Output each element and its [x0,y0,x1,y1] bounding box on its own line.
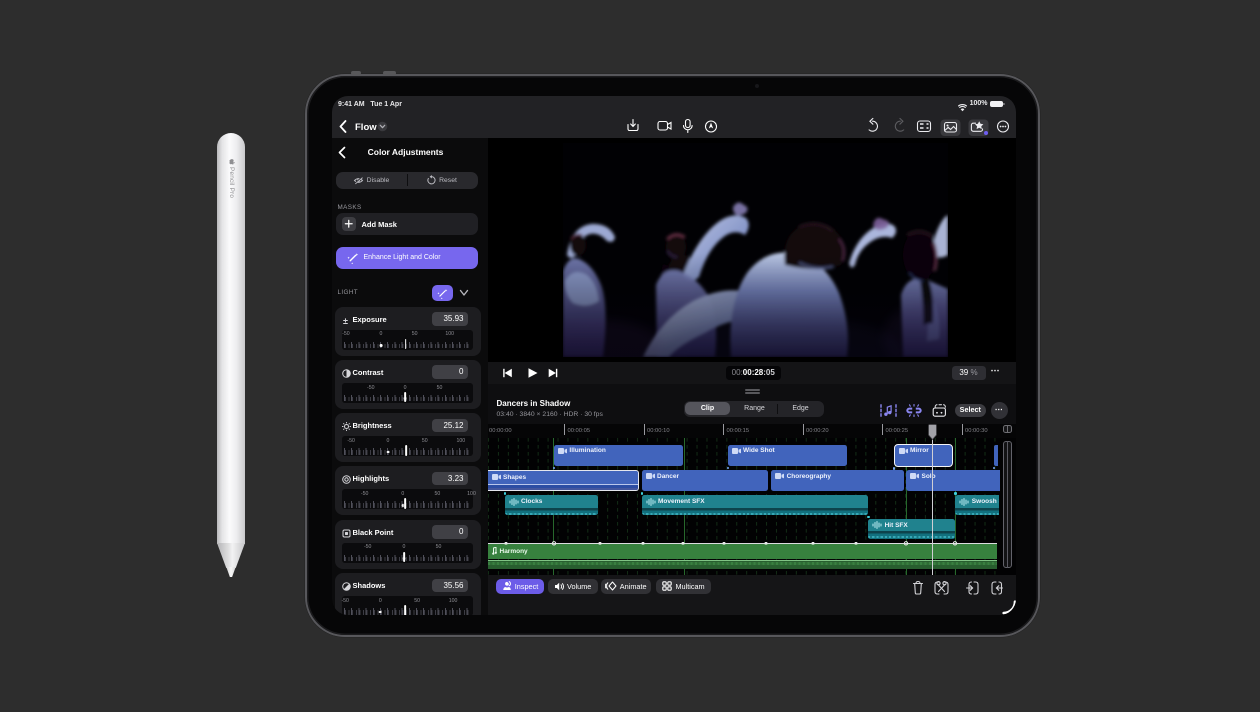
svg-text:Flow: Flow [355,122,377,133]
svg-text:±: ± [343,316,348,326]
